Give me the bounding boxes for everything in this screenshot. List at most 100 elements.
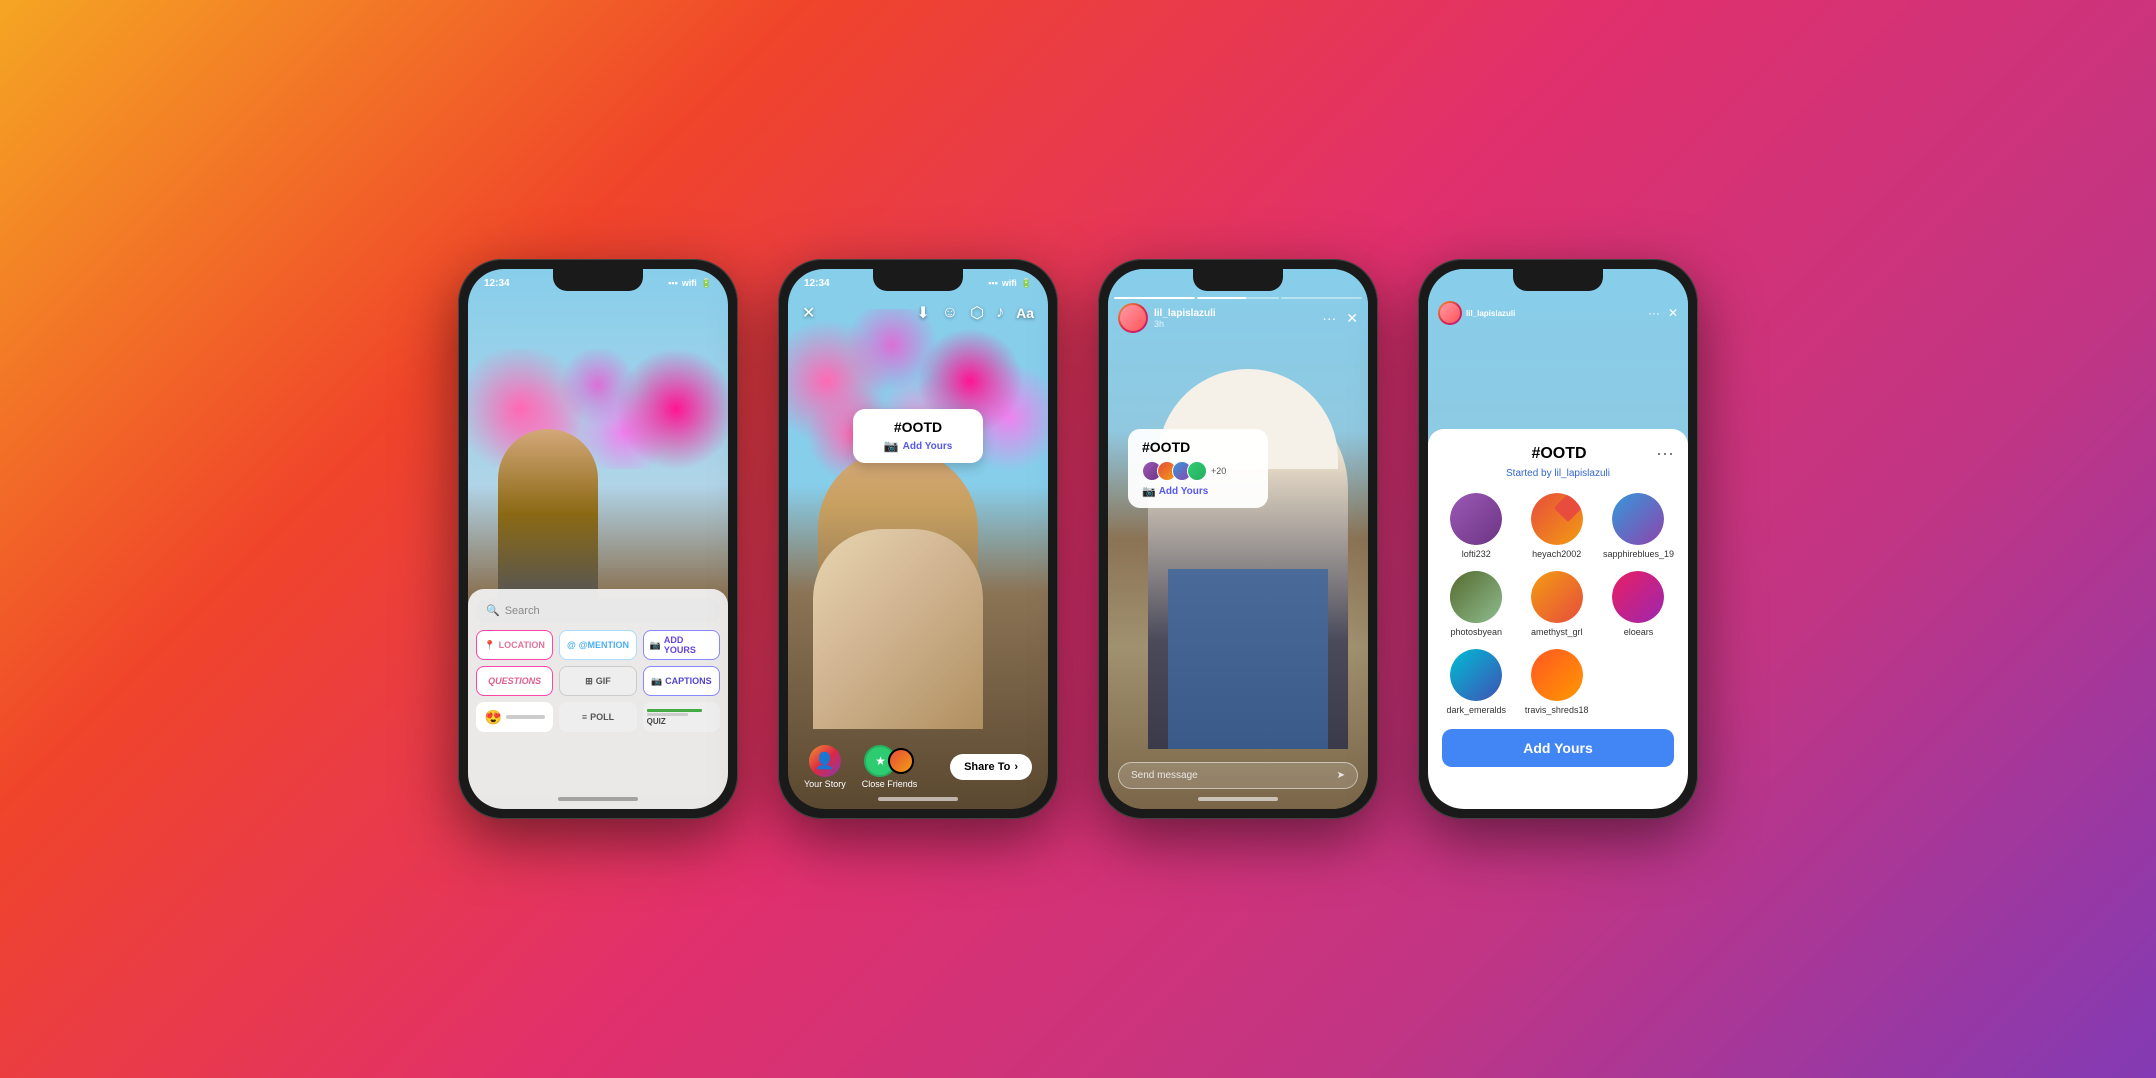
phone3-background xyxy=(1108,269,1368,809)
sticker-icon[interactable]: ⬡ xyxy=(970,303,984,323)
sticker-addyours[interactable]: 📷 ADD YOURS xyxy=(643,630,720,660)
battery-icon-2: 🔋 xyxy=(1021,278,1032,289)
add-yours-overlay-button[interactable]: 📷 Add Yours xyxy=(1142,485,1254,498)
phone-1: 12:34 ▪▪▪ wifi 🔋 🔍 Search 📍 LOCATION @ @ xyxy=(458,259,738,819)
poll-icon: ≡ xyxy=(582,712,587,722)
sticker-poll[interactable]: ≡ POLL xyxy=(559,702,636,732)
sheet-title: #OOTD xyxy=(1462,445,1656,463)
share-to-button[interactable]: Share To › xyxy=(950,754,1032,780)
participant-name-0: lofti232 xyxy=(1462,549,1491,559)
participant-name-2: sapphireblues_19 xyxy=(1603,549,1674,559)
more-icon-4[interactable]: ··· xyxy=(1648,306,1660,320)
participant-name-3: photosbyean xyxy=(1450,627,1502,637)
participant-amethyst[interactable]: amethyst_grl xyxy=(1522,571,1590,637)
progress-2 xyxy=(1197,297,1278,299)
story-avatar[interactable] xyxy=(1120,305,1146,331)
notch-1 xyxy=(553,269,643,291)
addyours-label: ADD YOURS xyxy=(664,635,713,655)
text-icon[interactable]: Aa xyxy=(1016,305,1034,321)
wifi-icon-2: wifi xyxy=(1002,278,1017,288)
phone-4: lil_lapislazuli ··· ✕ #OOTD ··· Started … xyxy=(1418,259,1698,819)
send-icon[interactable]: ➤ xyxy=(1337,770,1345,781)
sticker-quiz[interactable]: QUIZ xyxy=(643,702,720,732)
participant-travis[interactable]: travis_shreds18 xyxy=(1522,649,1590,715)
participant-sapphire[interactable]: sapphireblues_19 xyxy=(1603,493,1674,559)
story-user-info: lil_lapislazuli 3h xyxy=(1118,303,1216,333)
progress-3 xyxy=(1281,297,1362,299)
close-icon-4[interactable]: ✕ xyxy=(1668,306,1678,320)
participant-avatars: +20 xyxy=(1142,461,1254,481)
participants-grid: lofti232 heyach2002 sapphireblues_19 xyxy=(1442,493,1674,715)
status-icons-1: ▪▪▪ wifi 🔋 xyxy=(668,278,712,289)
emoji-icon[interactable]: ☺ xyxy=(942,304,958,322)
more-icon[interactable]: ··· xyxy=(1322,310,1336,326)
close-friends-option[interactable]: ★ Close Friends xyxy=(862,745,918,789)
phone2-background xyxy=(788,269,1048,809)
home-indicator-2 xyxy=(878,797,958,801)
progress-1 xyxy=(1114,297,1195,299)
participant-lofti[interactable]: lofti232 xyxy=(1442,493,1510,559)
captions-icon: 📷 xyxy=(651,676,662,687)
participant-name-6: dark_emeralds xyxy=(1446,705,1506,715)
close-icon[interactable]: ✕ xyxy=(802,303,815,323)
location-icon: 📍 xyxy=(484,640,495,651)
sticker-tray: 🔍 Search 📍 LOCATION @ @MENTION 📷 ADD YOU… xyxy=(468,589,728,809)
sticker-captions[interactable]: 📷 CAPTIONS xyxy=(643,666,720,696)
quiz-label: QUIZ xyxy=(647,717,716,726)
message-bar[interactable]: Send message ➤ xyxy=(1118,762,1358,789)
wifi-icon: wifi xyxy=(682,278,697,288)
share-bar: 👤 Your Story ★ Close Friends Sh xyxy=(788,745,1048,789)
participant-heyach[interactable]: heyach2002 xyxy=(1522,493,1590,559)
editing-toolbar: ✕ ⬇ ☺ ⬡ ♪ Aa xyxy=(788,297,1048,329)
story-time: 3h xyxy=(1154,319,1216,329)
download-icon[interactable]: ⬇ xyxy=(916,303,929,323)
sticker-gif[interactable]: ⊞ GIF xyxy=(559,666,636,696)
add-yours-sticker[interactable]: #OOTD 📷 Add Yours xyxy=(853,409,983,463)
gif-icon: ⊞ xyxy=(585,676,593,687)
sticker-grid-1: 📍 LOCATION @ @MENTION 📷 ADD YOURS QUESTI… xyxy=(476,630,720,696)
sticker-location[interactable]: 📍 LOCATION xyxy=(476,630,553,660)
time-1: 12:34 xyxy=(484,278,510,289)
addyours-icon: 📷 xyxy=(650,640,661,651)
camera-icon: 📷 xyxy=(884,439,899,453)
phone4-username: lil_lapislazuli xyxy=(1466,309,1515,318)
battery-icon: 🔋 xyxy=(701,278,712,289)
sticker-questions[interactable]: QUESTIONS xyxy=(476,666,553,696)
your-story-label: Your Story xyxy=(804,779,846,789)
add-yours-overlay[interactable]: #OOTD +20 📷 Add Yours xyxy=(1128,429,1268,508)
participant-dark[interactable]: dark_emeralds xyxy=(1442,649,1510,715)
participants-sheet: #OOTD ··· Started by lil_lapislazuli lof… xyxy=(1428,429,1688,809)
poll-label: POLL xyxy=(590,712,614,722)
story-avatar-ring xyxy=(1118,303,1148,333)
chevron-right-icon: › xyxy=(1014,761,1018,773)
add-yours-button[interactable]: 📷 Add Yours xyxy=(869,439,967,453)
participant-photos[interactable]: photosbyean xyxy=(1442,571,1510,637)
status-icons-2: ▪▪▪ wifi 🔋 xyxy=(988,278,1032,289)
notch-3 xyxy=(1193,269,1283,291)
close-story-icon[interactable]: ✕ xyxy=(1346,310,1358,327)
sheet-subtitle: Started by lil_lapislazuli xyxy=(1442,468,1674,479)
overlay-hashtag: #OOTD xyxy=(1142,439,1254,455)
add-yours-big-button[interactable]: Add Yours xyxy=(1442,729,1674,767)
message-placeholder: Send message xyxy=(1131,770,1198,781)
sheet-more-icon[interactable]: ··· xyxy=(1656,443,1674,464)
search-label: Search xyxy=(505,605,540,617)
toolbar-right: ⬇ ☺ ⬡ ♪ Aa xyxy=(916,303,1034,323)
share-to-text: Share To xyxy=(964,761,1010,773)
story-actions: ··· ✕ xyxy=(1322,310,1358,327)
participant-eloears[interactable]: eloears xyxy=(1603,571,1674,637)
sticker-emoji[interactable]: 😍 xyxy=(476,702,553,732)
participant-count: +20 xyxy=(1211,466,1226,476)
started-by-text: Started by xyxy=(1506,468,1552,479)
sticker-search[interactable]: 🔍 Search xyxy=(476,599,720,622)
participant-name-4: amethyst_grl xyxy=(1531,627,1583,637)
phone-3: lil_lapislazuli 3h ··· ✕ #OOTD +20 📷 Add xyxy=(1098,259,1378,819)
participant-4 xyxy=(1187,461,1207,481)
your-story-option[interactable]: 👤 Your Story xyxy=(804,745,846,789)
signal-icon: ▪▪▪ xyxy=(668,278,678,288)
gif-label: GIF xyxy=(596,676,611,686)
story-user-details: lil_lapislazuli 3h xyxy=(1154,308,1216,329)
sticker-mention[interactable]: @ @MENTION xyxy=(559,630,636,660)
close-friends-label: Close Friends xyxy=(862,779,918,789)
music-icon[interactable]: ♪ xyxy=(996,304,1004,322)
